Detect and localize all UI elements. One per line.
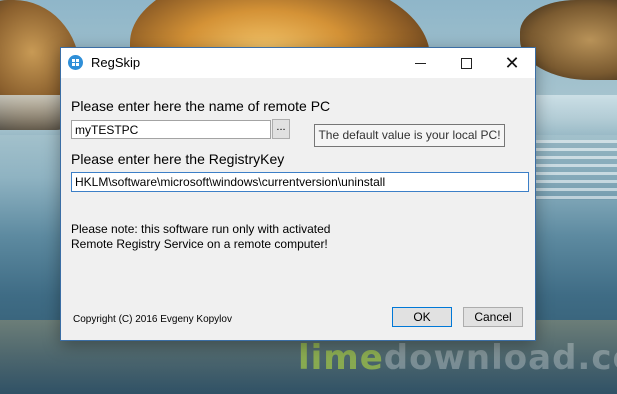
tooltip: The default value is your local PC! [314, 124, 505, 147]
maximize-button[interactable] [443, 48, 489, 78]
close-icon: ✕ [504, 53, 520, 73]
title-bar[interactable]: RegSkip ✕ [61, 48, 535, 78]
registry-key-input[interactable]: HKLM\software\microsoft\windows\currentv… [71, 172, 529, 192]
maximize-icon [460, 57, 472, 69]
cancel-button[interactable]: Cancel [463, 307, 523, 327]
minimize-button[interactable] [397, 48, 443, 78]
window-title: RegSkip [91, 55, 141, 70]
remote-pc-input[interactable]: myTESTPC [71, 120, 271, 139]
browse-button[interactable]: ... [272, 119, 290, 139]
regskip-window: RegSkip ✕ Please enter here the name of … [60, 47, 536, 341]
remote-pc-label: Please enter here the name of remote PC [71, 98, 331, 114]
wallpaper-waves [535, 140, 617, 200]
registry-key-label: Please enter here the RegistryKey [71, 151, 285, 167]
close-button[interactable]: ✕ [489, 48, 535, 78]
note-line-1: Please note: this software run only with… [71, 222, 331, 236]
note-text: Please note: this software run only with… [71, 222, 330, 252]
note-line-2: Remote Registry Service on a remote comp… [71, 237, 328, 251]
minimize-icon [414, 62, 426, 64]
watermark: limedownload.com [298, 338, 617, 378]
ok-button[interactable]: OK [392, 307, 452, 327]
copyright-text: Copyright (C) 2016 Evgeny Kopylov [73, 314, 232, 325]
regskip-app-icon [68, 55, 83, 70]
